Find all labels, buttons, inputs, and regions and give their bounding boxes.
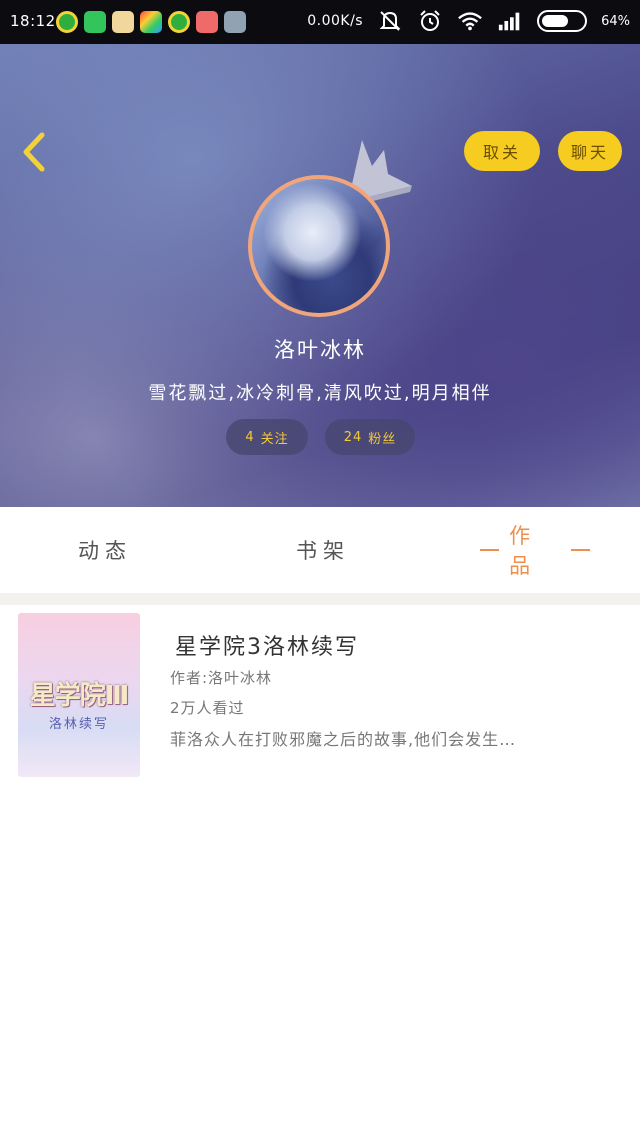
red-shop-app-icon (196, 11, 218, 33)
notes-app-icon (224, 11, 246, 33)
username: 洛叶冰林 (274, 338, 366, 362)
signature: 雪花飘过,冰冷刺骨,清风吹过,明月相伴 (148, 383, 492, 404)
tab-bookshelf[interactable]: 书架 (268, 507, 378, 593)
wifi-icon (457, 10, 483, 32)
fans-label: 粉丝 (368, 431, 397, 447)
tab-dynamic[interactable]: 动态 (50, 507, 160, 593)
mute-vibrate-icon (377, 10, 403, 32)
notification-icons (56, 11, 246, 33)
cartoon-app-icon (112, 11, 134, 33)
battery-icon (537, 10, 588, 32)
section-divider (0, 593, 640, 605)
work-list-item[interactable]: 星学院Ⅲ 洛林续写 星学院3洛林续写 作者:洛叶冰林 2万人看过 菲洛众人在打败… (10, 605, 630, 785)
green-coin-app-icon (56, 11, 78, 33)
alarm-icon (417, 10, 443, 32)
back-button[interactable] (16, 129, 52, 175)
cover-title: 星学院Ⅲ (29, 681, 130, 711)
green-plus-app-icon (84, 11, 106, 33)
following-label: 关注 (260, 431, 289, 447)
battery-percent: 64% (601, 13, 630, 29)
profile-header: 取关 聊天 洛叶冰林 雪花飘过,冰冷刺骨,清风吹过,明月相伴 4 关注 24 粉… (0, 44, 640, 507)
avatar[interactable] (248, 175, 390, 317)
tab-indicator-right (570, 549, 591, 551)
signal-icon (497, 10, 523, 32)
book-title: 星学院3洛林续写 (175, 635, 359, 660)
game-center-app-icon (140, 11, 162, 33)
green-coin-app-icon (168, 11, 190, 33)
book-author: 作者:洛叶冰林 (170, 669, 273, 687)
status-time: 18:12 (10, 12, 56, 30)
tab-works-label: 作品 (509, 524, 537, 578)
fans-count-button[interactable]: 24 粉丝 (325, 419, 415, 455)
unfollow-button[interactable]: 取关 (464, 131, 540, 171)
status-bar: 18:12 0.00K/s 64% (0, 0, 640, 44)
chat-button[interactable]: 聊天 (558, 131, 622, 171)
profile-tabs: 动态 书架 作品 (0, 507, 640, 593)
following-count-button[interactable]: 4 关注 (226, 419, 308, 455)
chevron-left-icon (23, 132, 45, 172)
following-count: 4 (245, 429, 255, 445)
cover-subtitle: 洛林续写 (48, 717, 109, 732)
book-description: 菲洛众人在打败邪魔之后的故事,他们会发生… (170, 730, 517, 749)
fans-count: 24 (343, 429, 363, 445)
book-views: 2万人看过 (170, 699, 245, 717)
net-speed: 0.00K/s (307, 13, 364, 29)
tab-indicator-left (480, 549, 500, 551)
book-cover: 星学院Ⅲ 洛林续写 (18, 613, 140, 777)
tab-works[interactable]: 作品 (470, 507, 600, 593)
